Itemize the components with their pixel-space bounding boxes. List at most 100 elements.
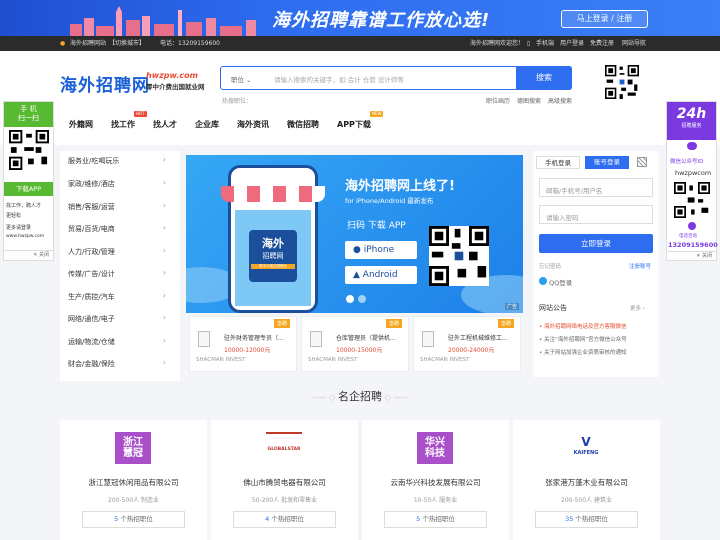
notice-item[interactable]: • 关于网站加强企业资质审核的通知 [539,348,627,356]
right-float-close[interactable]: ✕ 关闭 [667,251,716,261]
category-item[interactable]: 财会/金融/保险 [68,359,115,369]
left-float-url: www.hwzpw.com [6,234,45,239]
left-float-head-line1: 手 机 [20,105,37,113]
category-item[interactable]: 家政/维修/酒店 [68,179,115,189]
company-meta: 200-500人 建筑业 [561,497,612,504]
company-card[interactable]: V KAIFENG 张家港万蓬木业有限公司 200-500人 建筑业 35 个热招… [513,420,660,540]
tab-account-login[interactable]: 账号登录 [585,156,629,169]
nav-item-companies[interactable]: 企业库 [195,119,219,130]
nav-item-wechat[interactable]: 微信招聘 [287,119,319,130]
company-card[interactable]: GLOBALSTAR 佛山市腾贸电器有限公司 50-200人 批发和零售业 4 … [211,420,358,540]
left-float-qr-code [9,130,49,170]
site-nav-link[interactable]: 网站导航 [622,36,646,51]
password-input[interactable]: 请输入密码 [539,205,653,224]
left-float-line2: 更轻松 [6,213,22,219]
iphone-download-button[interactable]: ● iPhone [345,241,417,259]
close-icon: ✕ [33,252,38,258]
top-banner[interactable]: 海外招聘靠谱工作放心选! 马上登录 / 注册 [0,0,720,36]
company-card[interactable]: 华兴 科技 云南华兴科技发展有限公司 10-50人 服务业 5 个热招职位 [362,420,509,540]
nav-item-find-talent[interactable]: 找人才 [153,119,177,130]
nav-item-home[interactable]: 外籍网 [69,119,93,130]
company-card[interactable]: 浙江 慧冠 浙江慧冠休闲用品有限公司 200-500人 制造业 5 个热招职位 [60,420,207,540]
category-item[interactable]: 网络/通信/电子 [68,314,115,324]
job-card[interactable]: 仓库管理员（提供机... 10000-15000元 SHACMAN INVEST… [301,316,409,372]
user-login-link[interactable]: 用户登录 [560,36,584,51]
register-link[interactable]: 免费注册 [590,36,614,51]
site-name: 海外招聘网站 [70,40,107,47]
hot-jobs-button[interactable]: 35 个热招职位 [535,511,638,528]
hero-qr-code [429,226,489,286]
category-item[interactable]: 运输/物流/仓储 [68,337,115,347]
nav-item-app[interactable]: APP下载 [337,119,371,130]
qq-login-link[interactable]: QQ登录 [549,277,572,287]
carousel-dot[interactable] [358,295,366,303]
document-icon [198,331,210,347]
search-input[interactable]: 请输入搜索的关键字，如:会计 仓管 设计师等 [274,74,404,84]
mobile-link[interactable]: 手机端 [536,36,554,51]
username-input[interactable]: 邮箱/手机号/用户名 [539,178,653,197]
category-item[interactable]: 销售/客服/运营 [68,202,115,212]
job-title: 驻外工程机械维修工... [448,335,508,342]
company-meta: 50-200人 批发和零售业 [251,497,318,504]
wechat-icon [687,142,697,150]
nav-item-find-job[interactable]: 找工作 [111,119,135,130]
company-logo-text: 浙江 慧冠 [123,437,143,459]
site-logo[interactable]: 海外招聘网 [60,71,150,96]
hot-jobs-button[interactable]: 5 个热招职位 [82,511,185,528]
forgot-password-link[interactable]: 忘记密码 [539,262,561,270]
notice-more-link[interactable]: 更多 › [630,304,645,312]
job-card[interactable]: 驻外工程机械维修工... 20000-24000元 SHACMAN INVEST… [413,316,521,372]
qq-icon [539,277,547,285]
login-button[interactable]: 立即登录 [539,234,653,253]
close-icon: ✕ [696,253,701,259]
chevron-right-icon: › [162,336,166,345]
job-card[interactable]: 驻外财务管理专员（... 10000-12000元 SHACMAN INVEST… [189,316,297,372]
chevron-right-icon: › [162,223,166,232]
category-item[interactable]: 生产/质控/汽车 [68,292,115,302]
company-logo: GLOBALSTAR [266,432,302,464]
qr-login-icon[interactable] [637,157,647,167]
notice-item[interactable]: • 海外招聘网络电话及官方客服微信 [539,322,627,330]
wechat-id-label: 微信公众号ID [670,159,704,165]
search-button[interactable]: 搜索 [516,65,572,90]
hero-carousel[interactable]: 海外 招聘网 零中介费出国就业 海外招聘网上线了! for iPhone/And… [186,155,523,313]
left-float-close[interactable]: ✕ 关闭 [4,250,53,260]
left-float-line1: 找工作，聘人才 [6,203,42,209]
company-name: 张家港万蓬木业有限公司 [545,478,628,487]
banner-slogan: 海外招聘靠谱工作放心选! [272,10,491,31]
android-download-button[interactable]: ▲ Android [345,266,417,284]
tab-mobile-login[interactable]: 手机登录 [536,156,580,169]
hot-jobs-button[interactable]: 5 个热招职位 [384,511,487,528]
wechat-id: hwzpwcom [675,169,712,177]
section-title: —— ◇ 名企招聘 ◇ —— [0,388,720,404]
title-decoration: —— ◇ [310,393,338,402]
register-account-link[interactable]: 注册账号 [629,262,651,270]
company-name: 佛山市腾贸电器有限公司 [243,478,326,487]
category-item[interactable]: 人力/行政/管理 [68,247,115,257]
adv-link-advanced[interactable]: 高级搜索 [548,96,572,105]
adv-link-history[interactable]: 职位画历 [486,96,510,105]
chevron-right-icon: › [162,246,166,255]
left-float-download-button[interactable]: 下载APP [4,182,53,196]
hot-jobs-label: 个热招职位 [573,515,608,523]
city-skyline-illustration [70,6,256,36]
urgent-badge: 急聘 [385,319,402,328]
adv-link-map[interactable]: 德图搜索 [517,96,541,105]
notice-item[interactable]: • 关注“海外招聘网”官方微信公众号 [539,335,627,343]
hero-title: 海外招聘网上线了! [345,179,455,194]
hot-jobs-label: 个热招职位 [118,515,153,523]
nav-item-news[interactable]: 海外资讯 [237,119,269,130]
company-logo-mark: V [581,435,591,449]
carousel-dot-active[interactable] [346,295,354,303]
company-logo: V KAIFENG [568,432,604,464]
category-item[interactable]: 贸易/百货/电商 [68,224,115,234]
phone-app-icon: 海外 招聘网 零中介费出国就业 [249,230,297,282]
search-type-select[interactable]: 职位 ⌄ [231,74,252,84]
category-item[interactable]: 服务业/吃喝玩乐 [68,156,119,166]
banner-login-button[interactable]: 马上登录 / 注册 [561,10,648,28]
phone-app-line2: 招聘网 [262,252,284,260]
switch-city-link[interactable]: 【切换城市】 [109,36,145,51]
hot-jobs-button[interactable]: 4 个热招职位 [233,511,336,528]
category-item[interactable]: 传媒/广告/设计 [68,269,115,279]
company-logo-text: 华兴 科技 [425,437,445,459]
